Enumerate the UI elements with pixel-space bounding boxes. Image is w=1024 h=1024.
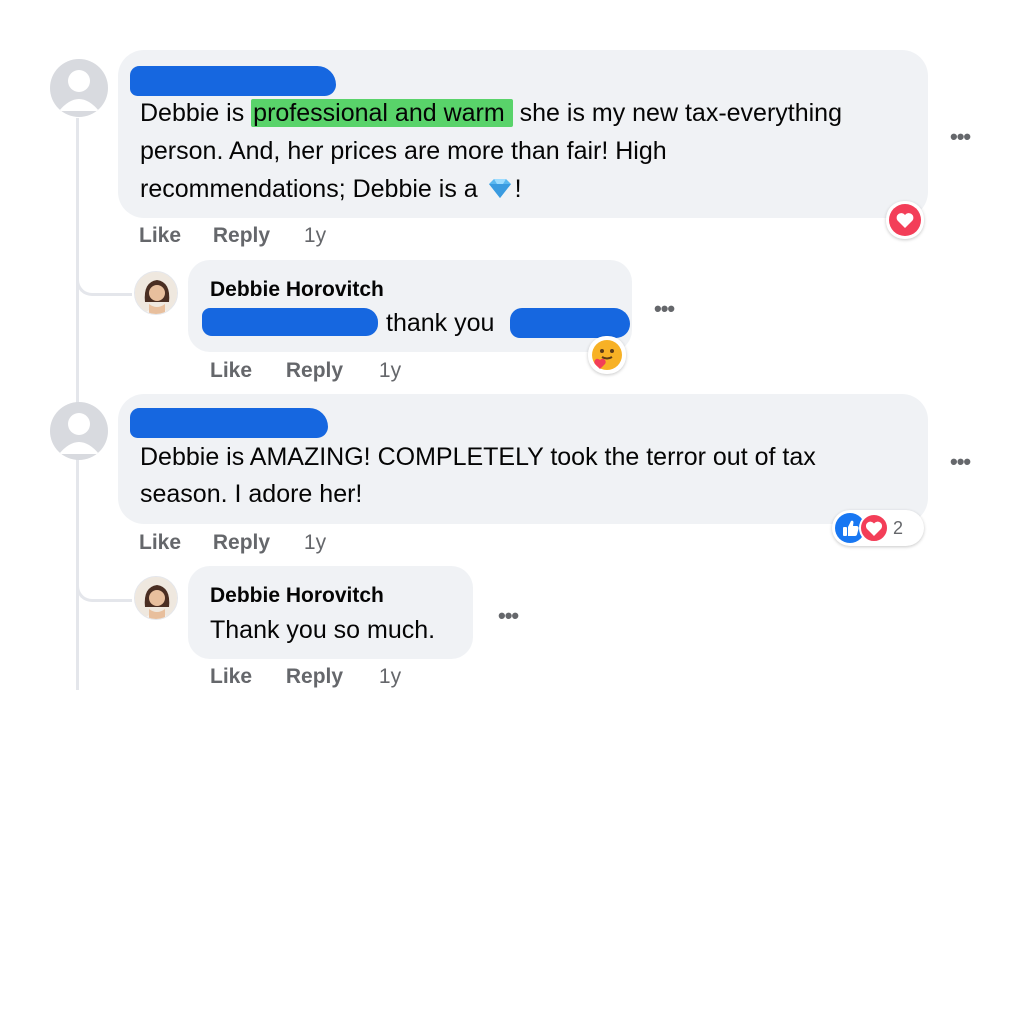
avatar[interactable]: [134, 271, 178, 315]
avatar[interactable]: [134, 576, 178, 620]
more-options-button[interactable]: •••: [950, 449, 971, 475]
reply-actions: Like Reply 1y: [210, 359, 401, 383]
reaction-badge[interactable]: [886, 201, 924, 239]
reply-button[interactable]: Reply: [286, 359, 343, 383]
redacted-name: [130, 66, 336, 96]
author-name[interactable]: Debbie Horovitch: [210, 584, 384, 608]
comment-text: Debbie is professional and warm she is m…: [140, 99, 842, 127]
default-avatar-icon: [59, 413, 99, 454]
comment-actions: Like Reply 1y: [139, 531, 326, 555]
care-icon: [592, 340, 622, 370]
timestamp[interactable]: 1y: [379, 665, 401, 689]
avatar[interactable]: [50, 59, 108, 117]
like-button[interactable]: Like: [210, 359, 252, 383]
reaction-count: 2: [893, 517, 904, 538]
highlighted-text: professional and warm: [251, 99, 513, 127]
profile-photo-icon: [135, 577, 177, 619]
heart-icon: [859, 513, 889, 543]
comment-actions: Like Reply 1y: [139, 224, 326, 248]
redacted-tag: [202, 308, 378, 336]
profile-photo-icon: [135, 272, 177, 314]
gem-icon: [488, 179, 511, 198]
reply-bubble: Debbie Horovitch Thank you so much.: [188, 566, 473, 659]
reply-text: thank you: [386, 309, 495, 337]
reply-actions: Like Reply 1y: [210, 665, 401, 689]
default-avatar-icon: [59, 70, 99, 111]
redacted-tag: [510, 308, 630, 338]
heart-icon: [889, 204, 921, 236]
reply-bubble: Debbie Horovitch thank you: [188, 260, 632, 352]
reply-button[interactable]: Reply: [213, 531, 270, 555]
comment-bubble: Debbie is AMAZING! COMPLETELY took the t…: [118, 394, 928, 524]
redacted-name: [130, 408, 328, 438]
reaction-summary[interactable]: 2: [832, 510, 924, 546]
reply-button[interactable]: Reply: [286, 665, 343, 689]
comment-text-line: person. And, her prices are more than fa…: [140, 137, 667, 165]
avatar[interactable]: [50, 402, 108, 460]
comment-text-line: Debbie is AMAZING! COMPLETELY took the t…: [140, 443, 816, 471]
timestamp[interactable]: 1y: [304, 224, 326, 248]
more-options-button[interactable]: •••: [950, 124, 971, 150]
reply-text: Thank you so much.: [210, 616, 436, 644]
like-button[interactable]: Like: [139, 224, 181, 248]
timestamp[interactable]: 1y: [304, 531, 326, 555]
author-name[interactable]: Debbie Horovitch: [210, 278, 384, 302]
timestamp[interactable]: 1y: [379, 359, 401, 383]
comment-text-line: season. I adore her!: [140, 480, 363, 508]
reaction-badge[interactable]: [588, 336, 626, 374]
more-options-button[interactable]: •••: [654, 296, 675, 322]
like-button[interactable]: Like: [210, 665, 252, 689]
like-button[interactable]: Like: [139, 531, 181, 555]
reply-connector: [76, 250, 132, 296]
comment-bubble: Debbie is professional and warm she is m…: [118, 50, 928, 218]
comment-text-line: recommendations; Debbie is a !: [140, 175, 522, 203]
reply-button[interactable]: Reply: [213, 224, 270, 248]
reply-connector: [76, 560, 132, 602]
more-options-button[interactable]: •••: [498, 603, 519, 629]
